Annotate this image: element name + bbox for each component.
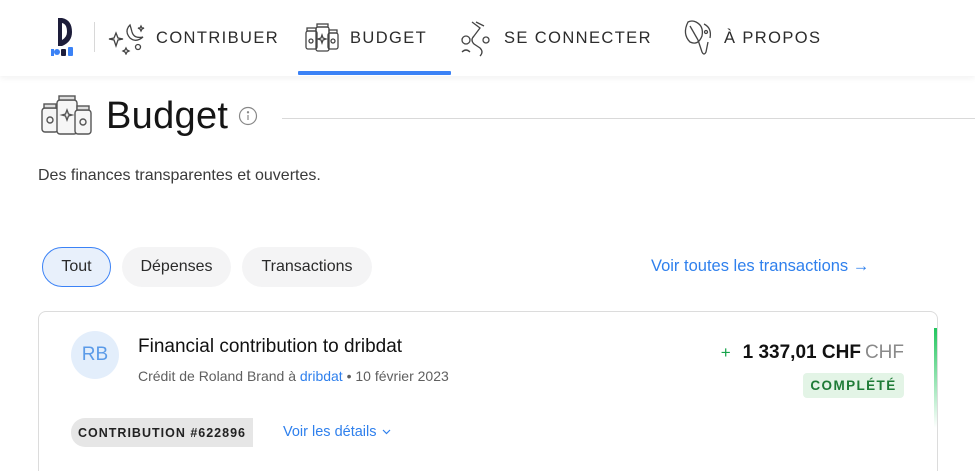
jars-icon xyxy=(41,95,92,135)
nav-item-contribuer[interactable]: CONTRIBUER xyxy=(108,0,279,76)
transaction-meta-prefix: Crédit de Roland Brand à xyxy=(138,368,296,384)
nav-label-budget: BUDGET xyxy=(350,28,428,47)
nav-item-a-propos[interactable]: À PROPOS xyxy=(680,0,821,76)
transaction-date: 10 février 2023 xyxy=(355,368,449,384)
nav-label-contribuer: CONTRIBUER xyxy=(156,28,280,47)
nav-label-se-connecter: SE CONNECTER xyxy=(504,28,652,47)
collective-link[interactable]: dribdat xyxy=(300,368,343,384)
transaction-amount: +1 337,01 CHF CHF xyxy=(721,342,904,364)
tube-icon xyxy=(461,21,490,57)
nav-label-a-propos: À PROPOS xyxy=(724,28,822,47)
transaction-meta: Crédit de Roland Brand à dribdat • 10 fé… xyxy=(138,368,449,384)
transaction-status-edge xyxy=(934,328,937,428)
chevron-down-icon xyxy=(382,429,390,435)
stars-moon-icon xyxy=(108,23,145,55)
status-badge: COMPLÉTÉ xyxy=(803,373,904,398)
page-subtitle: Des finances transparentes et ouvertes. xyxy=(38,167,321,184)
jars-icon xyxy=(305,23,339,52)
amount-value: 1 337,01 CHF xyxy=(742,342,861,363)
contribution-tag[interactable]: CONTRIBUTION #622896 xyxy=(71,418,253,447)
page-title: Budget xyxy=(106,94,229,137)
meta-separator: • xyxy=(346,368,352,384)
dribdat-logo[interactable] xyxy=(48,16,78,58)
nav-item-budget[interactable]: BUDGET xyxy=(304,0,427,76)
logo-separator xyxy=(94,22,95,52)
leaf-hand-icon xyxy=(684,20,712,55)
avatar[interactable]: RB xyxy=(71,331,119,379)
view-details-label: Voir les détails xyxy=(283,424,377,440)
page-header: Budget xyxy=(40,94,258,138)
amount-sign: + xyxy=(720,343,731,362)
view-details-button[interactable]: Voir les détails xyxy=(283,424,391,440)
info-icon[interactable] xyxy=(238,106,258,126)
nav-item-se-connecter[interactable]: SE CONNECTER xyxy=(458,0,652,76)
tab-depenses[interactable]: Dépenses xyxy=(122,247,231,287)
view-all-transactions-link[interactable]: Voir toutes les transactions → xyxy=(651,257,869,276)
tab-tout[interactable]: Tout xyxy=(42,247,111,287)
top-navigation-bar: CONTRIBUER BUDGET SE CONNECTER À PROPOS xyxy=(0,0,975,76)
nav-active-indicator xyxy=(298,71,451,75)
transaction-title[interactable]: Financial contribution to dribdat xyxy=(138,336,402,358)
amount-currency: CHF xyxy=(864,342,904,363)
tab-transactions[interactable]: Transactions xyxy=(242,247,372,287)
title-divider xyxy=(282,118,975,119)
